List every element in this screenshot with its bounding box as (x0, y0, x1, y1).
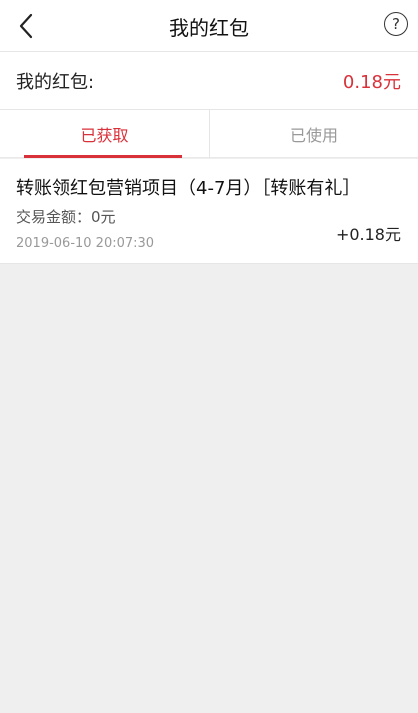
tab-bar: 已获取 已使用 (0, 110, 418, 158)
red-packet-summary: 我的红包: 0.18元 (0, 52, 418, 110)
help-button[interactable]: ? (384, 12, 408, 36)
question-circle-icon: ? (392, 14, 400, 33)
tab-used[interactable]: 已使用 (209, 110, 418, 158)
tab-used-label: 已使用 (289, 126, 338, 145)
list-item[interactable]: 转账领红包营销项目（4-7月）［转账有礼］ 交易金额：0元 2019-06-10… (0, 159, 418, 264)
record-trade-amount-row: 交易金额：0元 (16, 206, 116, 227)
summary-label: 我的红包: (16, 72, 95, 93)
tab-received-label: 已获取 (80, 126, 129, 145)
page-title: 我的红包 (169, 15, 249, 40)
record-trade-value: 0元 (91, 208, 116, 226)
summary-amount: 0.18元 (342, 72, 401, 93)
record-title: 转账领红包营销项目（4-7月）［转账有礼］ (16, 178, 361, 199)
record-timestamp: 2019-06-10 20:07:30 (16, 236, 155, 251)
active-tab-indicator (24, 155, 182, 158)
top-bar: 我的红包 ? (0, 0, 418, 52)
tab-received[interactable]: 已获取 (0, 110, 209, 158)
record-amount: +0.18元 (335, 225, 401, 244)
record-trade-label: 交易金额： (16, 208, 92, 226)
